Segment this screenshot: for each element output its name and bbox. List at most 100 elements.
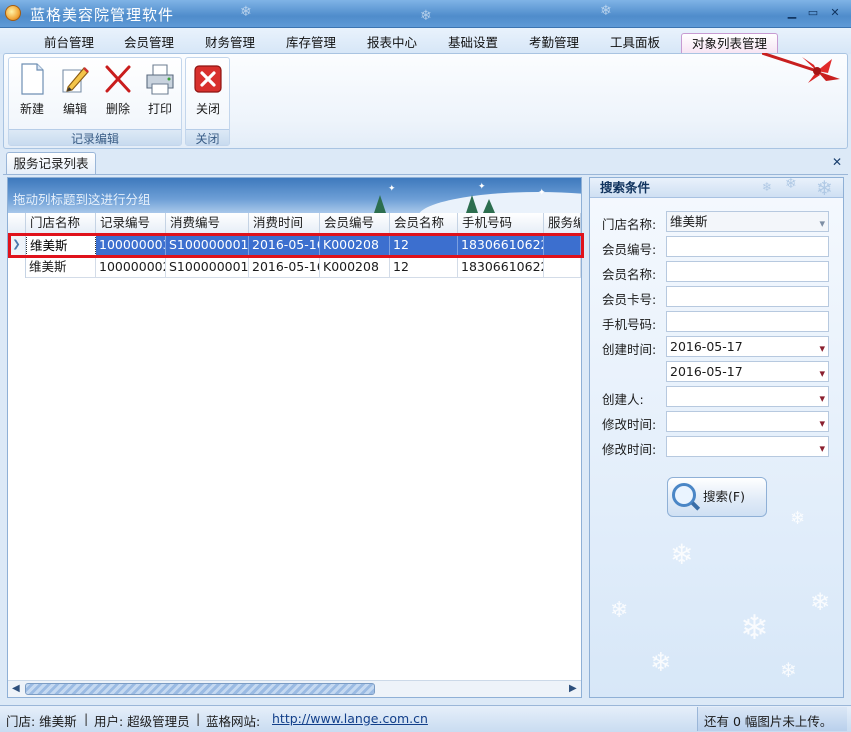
card-no-input[interactable] [666,286,829,307]
status-separator: | [196,711,201,726]
close-button-label: 关闭 [195,102,220,116]
field-label-member-no: 会员编号: [602,242,657,257]
table-cell[interactable] [544,256,581,278]
column-header[interactable]: 服务编 [544,213,581,234]
creator-select[interactable]: ▾ [666,386,829,407]
dropdown-icon[interactable]: ▾ [819,339,825,358]
group-by-hint: 拖动列标题到这进行分组 [13,192,151,207]
column-header[interactable]: 会员编号 [320,213,390,234]
table-cell[interactable]: 2016-05-16 [249,256,320,278]
scroll-right-icon[interactable]: ▶ [569,683,577,694]
edit-button[interactable]: 编辑 [55,62,95,124]
table-cell[interactable]: 12 [390,256,458,278]
snowflake-icon: ❄ [600,3,612,19]
created-to-date[interactable]: 2016-05-17 ▾ [666,361,829,382]
status-site-label: 蓝格网站: [206,714,261,729]
tab-basic-settings[interactable]: 基础设置 [440,33,506,54]
maximize-icon[interactable]: ▭ [804,5,822,21]
column-header[interactable]: 消费时间 [249,213,320,234]
selected-row-highlight [8,233,584,258]
field-label-created-time: 创建时间: [602,342,657,357]
member-no-input[interactable] [666,236,829,257]
tab-members[interactable]: 会员管理 [116,33,182,54]
created-from-value: 2016-05-17 [670,339,743,354]
store-combo-value: 维美斯 [670,214,708,229]
dropdown-icon[interactable]: ▾ [819,414,825,433]
column-header[interactable]: 消费编号 [166,213,249,234]
table-row[interactable]: 维美斯 100000002 S1000000016 2016-05-16 K00… [8,256,581,278]
search-panel: 搜索条件 ❄ ❄ ❄ ❄ ❄ ❄ ❄ ❄ ❄ ❄ 门店名称: 维美斯 ▾ 会员编… [589,177,844,698]
scroll-left-icon[interactable]: ◀ [12,683,20,694]
snowflake-icon: ❄ [790,508,806,529]
delete-button-label: 删除 [105,102,130,116]
new-button[interactable]: 新建 [12,62,52,124]
dropdown-icon[interactable]: ▾ [819,214,825,233]
snowflake-icon: ❄ [650,648,672,678]
new-document-icon [21,63,44,95]
close-button[interactable]: 关闭 [188,62,228,124]
row-indicator [8,256,26,278]
snow-hill-decoration [418,192,581,213]
store-combo[interactable]: 维美斯 ▾ [666,211,829,232]
dropdown-icon[interactable]: ▾ [819,364,825,383]
tab-service-records[interactable]: 服务记录列表 [6,152,96,175]
group-by-panel[interactable]: 拖动列标题到这进行分组 ✦ ✦ ✦ [8,178,581,213]
upload-status: 还有 0 幅图片未上传。 [704,714,833,729]
ribbon-group-caption: 关闭 [186,129,229,146]
modified-to-date[interactable]: ▾ [666,436,829,457]
column-header[interactable]: 记录编号 [96,213,166,234]
tab-tools[interactable]: 工具面板 [602,33,668,54]
dropdown-icon[interactable]: ▾ [819,389,825,408]
star-decoration: ✦ [388,184,396,194]
horizontal-scrollbar[interactable]: ◀ ▶ [8,680,581,697]
title-bar: 蓝格美容院管理软件 ❄ ❄ ❄ ▁ ▭ ✕ [0,0,851,28]
tree-decoration [466,195,478,213]
tab-attendance[interactable]: 考勤管理 [521,33,587,54]
new-button-label: 新建 [19,102,44,116]
column-header[interactable]: 会员名称 [390,213,458,234]
search-button[interactable]: 搜索(F) [667,477,767,517]
tab-front-desk[interactable]: 前台管理 [36,33,102,54]
status-user: 用户: 超级管理员 [94,714,190,729]
ribbon-group-record-edit: 新建 编辑 删除 打印 记录编辑 [8,57,182,146]
tab-inventory[interactable]: 库存管理 [278,33,344,54]
snowflake-icon: ❄ [610,598,629,623]
grid-header: 门店名称 记录编号 消费编号 消费时间 会员编号 会员名称 手机号码 服务编 [8,213,581,234]
close-tab-icon[interactable]: ✕ [832,155,842,169]
column-header[interactable]: 门店名称 [26,213,96,234]
status-separator: | [84,711,89,726]
window-title: 蓝格美容院管理软件 [30,6,175,24]
upload-status-box: 还有 0 幅图片未上传。 [697,707,847,731]
status-bar: 门店: 维美斯 | 用户: 超级管理员 | 蓝格网站: http://www.l… [0,705,851,732]
table-cell[interactable]: 100000002 [96,256,166,278]
table-cell[interactable]: S1000000016 [166,256,249,278]
print-button[interactable]: 打印 [140,62,180,124]
tab-finance[interactable]: 财务管理 [197,33,263,54]
snowflake-icon: ❄ [740,608,769,648]
ribbon-group-close: 关闭 关闭 [185,57,230,146]
minimize-icon[interactable]: ▁ [783,5,801,21]
site-link[interactable]: http://www.lange.com.cn [272,711,428,726]
modified-from-date[interactable]: ▾ [666,411,829,432]
phone-input[interactable] [666,311,829,332]
tab-reports[interactable]: 报表中心 [359,33,425,54]
ribbon: 新建 编辑 删除 打印 记录编辑 关闭 关闭 [3,53,848,149]
column-header[interactable]: 手机号码 [458,213,544,234]
created-from-date[interactable]: 2016-05-17 ▾ [666,336,829,357]
table-cell[interactable]: 18306610622 [458,256,544,278]
delete-button[interactable]: 删除 [98,62,138,124]
scroll-thumb[interactable] [25,683,375,695]
snowflake-icon: ❄ [785,177,797,192]
table-cell[interactable]: K000208 [320,256,390,278]
row-indicator-header [8,213,26,234]
dropdown-icon[interactable]: ▾ [819,439,825,458]
member-name-input[interactable] [666,261,829,282]
tab-object-list[interactable]: 对象列表管理 [681,33,778,54]
table-cell[interactable]: 维美斯 [26,256,96,278]
field-label-creator: 创建人: [602,392,644,407]
field-label-modified-time: 修改时间: [602,417,657,432]
ribbon-group-caption: 记录编辑 [9,129,181,146]
delete-x-icon [105,65,131,93]
close-icon[interactable]: ✕ [826,5,844,21]
edit-pencil-icon [62,67,89,93]
